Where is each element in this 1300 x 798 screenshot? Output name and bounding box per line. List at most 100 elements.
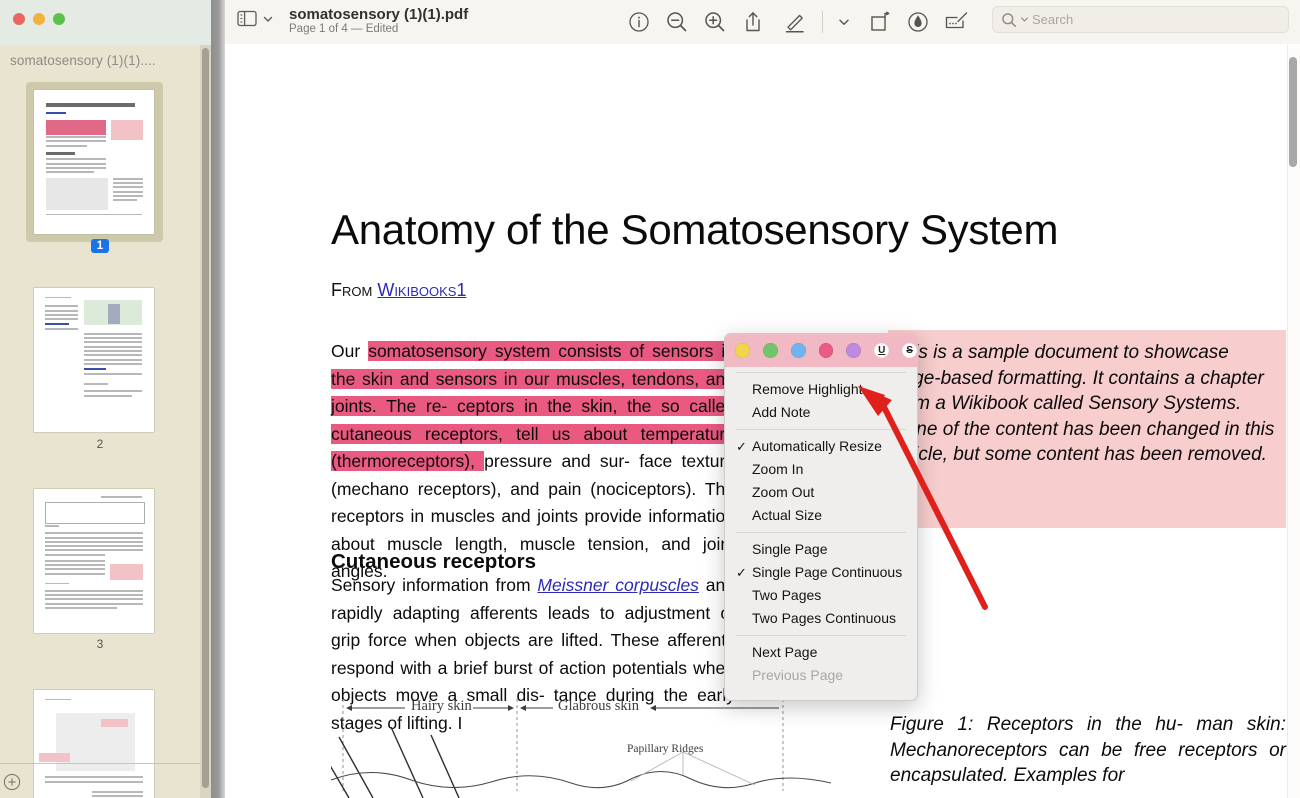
markup-button[interactable] (772, 7, 818, 37)
chevron-down-icon (839, 19, 849, 26)
thumbnail-page-1[interactable] (34, 90, 154, 234)
thumbnail-preview (34, 90, 154, 234)
menu-item-label: Remove Highlight (752, 381, 863, 397)
annotation-context-menu[interactable]: U S Remove Highlight Add Note ✓ Automati… (724, 333, 918, 701)
markup-options-button[interactable] (827, 7, 861, 37)
zoom-button[interactable] (53, 13, 65, 25)
intro-paragraph: Our somatosensory system consists of sen… (331, 338, 735, 586)
menu-item-label: Automatically Resize (752, 438, 882, 454)
wikibooks-link[interactable]: Wikibooks1 (377, 280, 466, 300)
menu-item-automatically-resize[interactable]: ✓ Automatically Resize (725, 435, 917, 458)
sign-button[interactable] (937, 7, 975, 37)
sidebar-resize-edge[interactable] (211, 0, 225, 798)
zoom-in-button[interactable] (696, 7, 734, 37)
menu-item-zoom-in[interactable]: Zoom In (725, 458, 917, 481)
toolbar-buttons (620, 7, 975, 37)
source-line: From Wikibooks1 (331, 280, 466, 301)
sidebar-divider (0, 763, 200, 764)
checkmark-icon: ✓ (736, 565, 747, 580)
menu-item-label: Previous Page (752, 667, 844, 683)
yellow-highlight-swatch[interactable] (735, 343, 750, 358)
thumbnail-preview (34, 690, 154, 798)
callout-text: This is a sample document to showcase pa… (892, 342, 1275, 465)
menu-item-label: Add Note (752, 404, 811, 420)
zoom-in-icon (705, 12, 725, 32)
thumbnail-list[interactable]: 1 2 3 (0, 72, 200, 798)
menu-separator (736, 372, 906, 373)
traffic-lights[interactable] (13, 13, 65, 25)
chevron-down-icon[interactable] (262, 13, 274, 25)
toolbar-separator (822, 11, 823, 33)
document-title: somatosensory (1)(1).pdf (289, 6, 469, 23)
diagram-label-papillary-ridges: Papillary Ridges (627, 743, 704, 755)
menu-item-label: Zoom In (752, 461, 804, 477)
signature-icon (945, 12, 968, 29)
intro-pre: Our (331, 341, 369, 361)
menu-item-two-pages[interactable]: Two Pages (725, 584, 917, 607)
pdf-reader-window: somatosensory (1)(1).... 1 2 3 somatosen… (0, 0, 1300, 798)
menu-item-previous-page: Previous Page (725, 664, 917, 687)
search-placeholder: Search (1032, 12, 1074, 27)
zoom-out-button[interactable] (658, 7, 696, 37)
thumbnail-page-label-3: 3 (96, 637, 104, 651)
zoom-out-icon (667, 12, 687, 32)
strikethrough-swatch[interactable]: S (902, 343, 917, 358)
skin-diagram: Hairy skin Glabrous skin Papillary Ridge… (320, 695, 851, 798)
share-button[interactable] (734, 7, 772, 37)
thumbnail-preview (34, 489, 154, 633)
highlight-color-swatches[interactable]: U S (725, 334, 917, 367)
menu-item-two-pages-continuous[interactable]: Two Pages Continuous (725, 607, 917, 630)
menu-item-label: Single Page Continuous (752, 564, 903, 580)
thumbnail-page-2[interactable] (34, 288, 154, 432)
main-scrollbar-thumb[interactable] (1289, 57, 1297, 167)
thumbnail-page-3[interactable] (34, 489, 154, 633)
green-highlight-swatch[interactable] (762, 343, 778, 358)
plus-circle-icon (3, 773, 21, 791)
minimize-button[interactable] (33, 13, 45, 25)
search-icon (1002, 12, 1016, 27)
menu-item-next-page[interactable]: Next Page (725, 641, 917, 664)
diagram-label-hairy-skin: Hairy skin (411, 698, 472, 714)
blue-highlight-swatch[interactable] (790, 343, 806, 358)
sidebar-scrollbar-thumb[interactable] (202, 48, 209, 788)
menu-item-zoom-out[interactable]: Zoom Out (725, 481, 917, 504)
add-page-button[interactable] (3, 773, 21, 791)
sidebar-titlebar (0, 0, 211, 45)
section-heading: Cutaneous receptors (331, 550, 537, 573)
rotate-icon (871, 11, 890, 31)
menu-item-label: Two Pages Continuous (752, 610, 896, 626)
menu-item-label: Single Page (752, 541, 828, 557)
thumbnail-page-4[interactable] (34, 690, 154, 798)
share-icon (746, 12, 760, 32)
close-button[interactable] (13, 13, 25, 25)
sidebar-icon (237, 10, 257, 27)
underline-swatch[interactable]: U (874, 343, 890, 358)
info-button[interactable] (620, 7, 658, 37)
rotate-button[interactable] (861, 7, 899, 37)
menu-item-single-page[interactable]: Single Page (725, 538, 917, 561)
menu-separator (736, 635, 906, 636)
menu-item-add-note[interactable]: Add Note (725, 401, 917, 424)
thumbnail-page-label-1: 1 (0, 238, 200, 253)
menu-separator (736, 532, 906, 533)
meissner-link[interactable]: Meissner corpuscles (537, 575, 699, 595)
thumbnail-sidebar: somatosensory (1)(1).... 1 2 3 (0, 0, 211, 798)
sidebar-document-title: somatosensory (1)(1).... (10, 53, 156, 68)
menu-item-label: Zoom Out (752, 484, 815, 500)
sidebar-toggle-button[interactable] (237, 10, 274, 27)
highlight-button[interactable] (899, 7, 937, 37)
menu-item-label: Two Pages (752, 587, 822, 603)
search-field[interactable]: Search (992, 6, 1289, 33)
toolbar: somatosensory (1)(1).pdf Page 1 of 4 — E… (225, 0, 1300, 45)
pink-highlight-swatch[interactable] (818, 343, 834, 358)
menu-item-actual-size[interactable]: Actual Size (725, 504, 917, 527)
search-scope-chevron-icon[interactable] (1020, 15, 1029, 24)
menu-item-remove-highlight[interactable]: Remove Highlight (725, 378, 917, 401)
thumbnail-preview (34, 288, 154, 432)
from-label: From (331, 280, 378, 300)
menu-item-single-page-continuous[interactable]: ✓ Single Page Continuous (725, 561, 917, 584)
menu-separator (736, 429, 906, 430)
page-title: Anatomy of the Somatosensory System (331, 206, 1059, 254)
purple-highlight-swatch[interactable] (846, 343, 862, 358)
thumbnail-page-label-2: 2 (96, 437, 104, 451)
